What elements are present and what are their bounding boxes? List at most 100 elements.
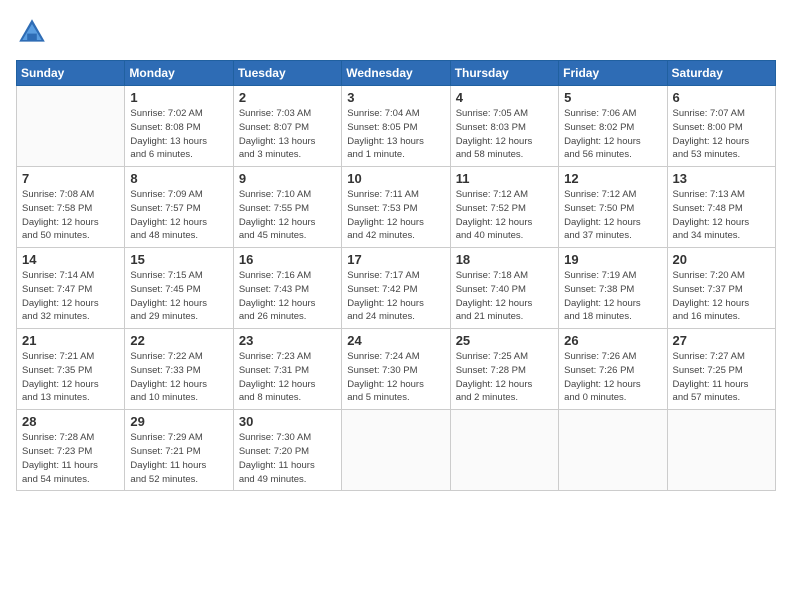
week-row-3: 14Sunrise: 7:14 AM Sunset: 7:47 PM Dayli… bbox=[17, 248, 776, 329]
calendar-cell bbox=[342, 410, 450, 491]
day-info: Sunrise: 7:09 AM Sunset: 7:57 PM Dayligh… bbox=[130, 188, 227, 243]
calendar-cell: 11 Sunrise: 7:12 AM Sunset: 7:52 PM Dayli… bbox=[450, 167, 558, 248]
day-number: 20 bbox=[673, 252, 770, 267]
calendar-cell bbox=[17, 86, 125, 167]
calendar-cell: 27 Sunrise: 7:27 AM Sunset: 7:25 PM Dayli… bbox=[667, 329, 775, 410]
day-info: Sunrise: 7:15 AM Sunset: 7:45 PM Dayligh… bbox=[130, 269, 227, 324]
day-number: 9 bbox=[239, 171, 336, 186]
day-info: Sunrise: 7:11 AM Sunset: 7:53 PM Dayligh… bbox=[347, 188, 444, 243]
calendar-cell: 1 Sunrise: 7:02 AM Sunset: 8:08 PM Daylig… bbox=[125, 86, 233, 167]
day-number: 5 bbox=[564, 90, 661, 105]
calendar-cell: 16Sunrise: 7:16 AM Sunset: 7:43 PM Dayli… bbox=[233, 248, 341, 329]
day-number: 21 bbox=[22, 333, 119, 348]
day-number: 8 bbox=[130, 171, 227, 186]
week-row-4: 21 Sunrise: 7:21 AM Sunset: 7:35 PM Dayli… bbox=[17, 329, 776, 410]
calendar-cell: 28 Sunrise: 7:28 AM Sunset: 7:23 PM Dayli… bbox=[17, 410, 125, 491]
calendar-cell: 19Sunrise: 7:19 AM Sunset: 7:38 PM Dayli… bbox=[559, 248, 667, 329]
day-number: 22 bbox=[130, 333, 227, 348]
calendar-cell: 29 Sunrise: 7:29 AM Sunset: 7:21 PM Dayli… bbox=[125, 410, 233, 491]
day-info: Sunrise: 7:12 AM Sunset: 7:50 PM Dayligh… bbox=[564, 188, 661, 243]
logo bbox=[16, 16, 52, 48]
calendar-cell: 7Sunrise: 7:08 AM Sunset: 7:58 PM Daylig… bbox=[17, 167, 125, 248]
day-info: Sunrise: 7:05 AM Sunset: 8:03 PM Dayligh… bbox=[456, 107, 553, 162]
day-number: 15 bbox=[130, 252, 227, 267]
calendar: SundayMondayTuesdayWednesdayThursdayFrid… bbox=[16, 60, 776, 491]
day-info: Sunrise: 7:19 AM Sunset: 7:38 PM Dayligh… bbox=[564, 269, 661, 324]
calendar-cell: 4 Sunrise: 7:05 AM Sunset: 8:03 PM Daylig… bbox=[450, 86, 558, 167]
day-info: Sunrise: 7:23 AM Sunset: 7:31 PM Dayligh… bbox=[239, 350, 336, 405]
calendar-cell: 23 Sunrise: 7:23 AM Sunset: 7:31 PM Dayli… bbox=[233, 329, 341, 410]
calendar-cell: 26Sunrise: 7:26 AM Sunset: 7:26 PM Dayli… bbox=[559, 329, 667, 410]
calendar-cell: 21 Sunrise: 7:21 AM Sunset: 7:35 PM Dayli… bbox=[17, 329, 125, 410]
calendar-cell: 10Sunrise: 7:11 AM Sunset: 7:53 PM Dayli… bbox=[342, 167, 450, 248]
day-number: 24 bbox=[347, 333, 444, 348]
calendar-header-wednesday: Wednesday bbox=[342, 61, 450, 86]
calendar-cell: 14Sunrise: 7:14 AM Sunset: 7:47 PM Dayli… bbox=[17, 248, 125, 329]
day-info: Sunrise: 7:25 AM Sunset: 7:28 PM Dayligh… bbox=[456, 350, 553, 405]
calendar-cell: 2 Sunrise: 7:03 AM Sunset: 8:07 PM Daylig… bbox=[233, 86, 341, 167]
day-info: Sunrise: 7:13 AM Sunset: 7:48 PM Dayligh… bbox=[673, 188, 770, 243]
logo-icon bbox=[16, 16, 48, 48]
calendar-cell bbox=[559, 410, 667, 491]
day-number: 11 bbox=[456, 171, 553, 186]
calendar-header-friday: Friday bbox=[559, 61, 667, 86]
calendar-cell: 13 Sunrise: 7:13 AM Sunset: 7:48 PM Dayli… bbox=[667, 167, 775, 248]
calendar-cell: 15 Sunrise: 7:15 AM Sunset: 7:45 PM Dayli… bbox=[125, 248, 233, 329]
day-number: 17 bbox=[347, 252, 444, 267]
day-info: Sunrise: 7:26 AM Sunset: 7:26 PM Dayligh… bbox=[564, 350, 661, 405]
day-info: Sunrise: 7:03 AM Sunset: 8:07 PM Dayligh… bbox=[239, 107, 336, 162]
day-number: 1 bbox=[130, 90, 227, 105]
day-info: Sunrise: 7:29 AM Sunset: 7:21 PM Dayligh… bbox=[130, 431, 227, 486]
day-info: Sunrise: 7:02 AM Sunset: 8:08 PM Dayligh… bbox=[130, 107, 227, 162]
day-info: Sunrise: 7:20 AM Sunset: 7:37 PM Dayligh… bbox=[673, 269, 770, 324]
day-info: Sunrise: 7:06 AM Sunset: 8:02 PM Dayligh… bbox=[564, 107, 661, 162]
calendar-cell: 18Sunrise: 7:18 AM Sunset: 7:40 PM Dayli… bbox=[450, 248, 558, 329]
calendar-header-thursday: Thursday bbox=[450, 61, 558, 86]
day-number: 12 bbox=[564, 171, 661, 186]
calendar-cell: 17 Sunrise: 7:17 AM Sunset: 7:42 PM Dayli… bbox=[342, 248, 450, 329]
day-info: Sunrise: 7:10 AM Sunset: 7:55 PM Dayligh… bbox=[239, 188, 336, 243]
day-info: Sunrise: 7:28 AM Sunset: 7:23 PM Dayligh… bbox=[22, 431, 119, 486]
calendar-header-saturday: Saturday bbox=[667, 61, 775, 86]
day-number: 27 bbox=[673, 333, 770, 348]
header bbox=[16, 16, 776, 48]
calendar-cell: 30 Sunrise: 7:30 AM Sunset: 7:20 PM Dayli… bbox=[233, 410, 341, 491]
day-number: 30 bbox=[239, 414, 336, 429]
day-number: 4 bbox=[456, 90, 553, 105]
calendar-cell bbox=[667, 410, 775, 491]
day-number: 14 bbox=[22, 252, 119, 267]
day-info: Sunrise: 7:24 AM Sunset: 7:30 PM Dayligh… bbox=[347, 350, 444, 405]
day-number: 7 bbox=[22, 171, 119, 186]
day-info: Sunrise: 7:22 AM Sunset: 7:33 PM Dayligh… bbox=[130, 350, 227, 405]
week-row-1: 1 Sunrise: 7:02 AM Sunset: 8:08 PM Daylig… bbox=[17, 86, 776, 167]
day-number: 23 bbox=[239, 333, 336, 348]
day-info: Sunrise: 7:21 AM Sunset: 7:35 PM Dayligh… bbox=[22, 350, 119, 405]
day-number: 3 bbox=[347, 90, 444, 105]
day-number: 16 bbox=[239, 252, 336, 267]
calendar-cell bbox=[450, 410, 558, 491]
calendar-cell: 5 Sunrise: 7:06 AM Sunset: 8:02 PM Daylig… bbox=[559, 86, 667, 167]
calendar-cell: 3 Sunrise: 7:04 AM Sunset: 8:05 PM Daylig… bbox=[342, 86, 450, 167]
day-info: Sunrise: 7:27 AM Sunset: 7:25 PM Dayligh… bbox=[673, 350, 770, 405]
day-info: Sunrise: 7:30 AM Sunset: 7:20 PM Dayligh… bbox=[239, 431, 336, 486]
day-number: 28 bbox=[22, 414, 119, 429]
calendar-cell: 12 Sunrise: 7:12 AM Sunset: 7:50 PM Dayli… bbox=[559, 167, 667, 248]
calendar-header-monday: Monday bbox=[125, 61, 233, 86]
day-number: 13 bbox=[673, 171, 770, 186]
calendar-cell: 20 Sunrise: 7:20 AM Sunset: 7:37 PM Dayli… bbox=[667, 248, 775, 329]
calendar-cell: 9 Sunrise: 7:10 AM Sunset: 7:55 PM Daylig… bbox=[233, 167, 341, 248]
page: SundayMondayTuesdayWednesdayThursdayFrid… bbox=[0, 0, 792, 612]
day-number: 29 bbox=[130, 414, 227, 429]
calendar-header-sunday: Sunday bbox=[17, 61, 125, 86]
day-number: 2 bbox=[239, 90, 336, 105]
calendar-cell: 6Sunrise: 7:07 AM Sunset: 8:00 PM Daylig… bbox=[667, 86, 775, 167]
calendar-cell: 25Sunrise: 7:25 AM Sunset: 7:28 PM Dayli… bbox=[450, 329, 558, 410]
day-info: Sunrise: 7:12 AM Sunset: 7:52 PM Dayligh… bbox=[456, 188, 553, 243]
day-info: Sunrise: 7:17 AM Sunset: 7:42 PM Dayligh… bbox=[347, 269, 444, 324]
calendar-cell: 8 Sunrise: 7:09 AM Sunset: 7:57 PM Daylig… bbox=[125, 167, 233, 248]
calendar-cell: 24 Sunrise: 7:24 AM Sunset: 7:30 PM Dayli… bbox=[342, 329, 450, 410]
calendar-header-row: SundayMondayTuesdayWednesdayThursdayFrid… bbox=[17, 61, 776, 86]
day-info: Sunrise: 7:07 AM Sunset: 8:00 PM Dayligh… bbox=[673, 107, 770, 162]
calendar-cell: 22 Sunrise: 7:22 AM Sunset: 7:33 PM Dayli… bbox=[125, 329, 233, 410]
day-info: Sunrise: 7:04 AM Sunset: 8:05 PM Dayligh… bbox=[347, 107, 444, 162]
